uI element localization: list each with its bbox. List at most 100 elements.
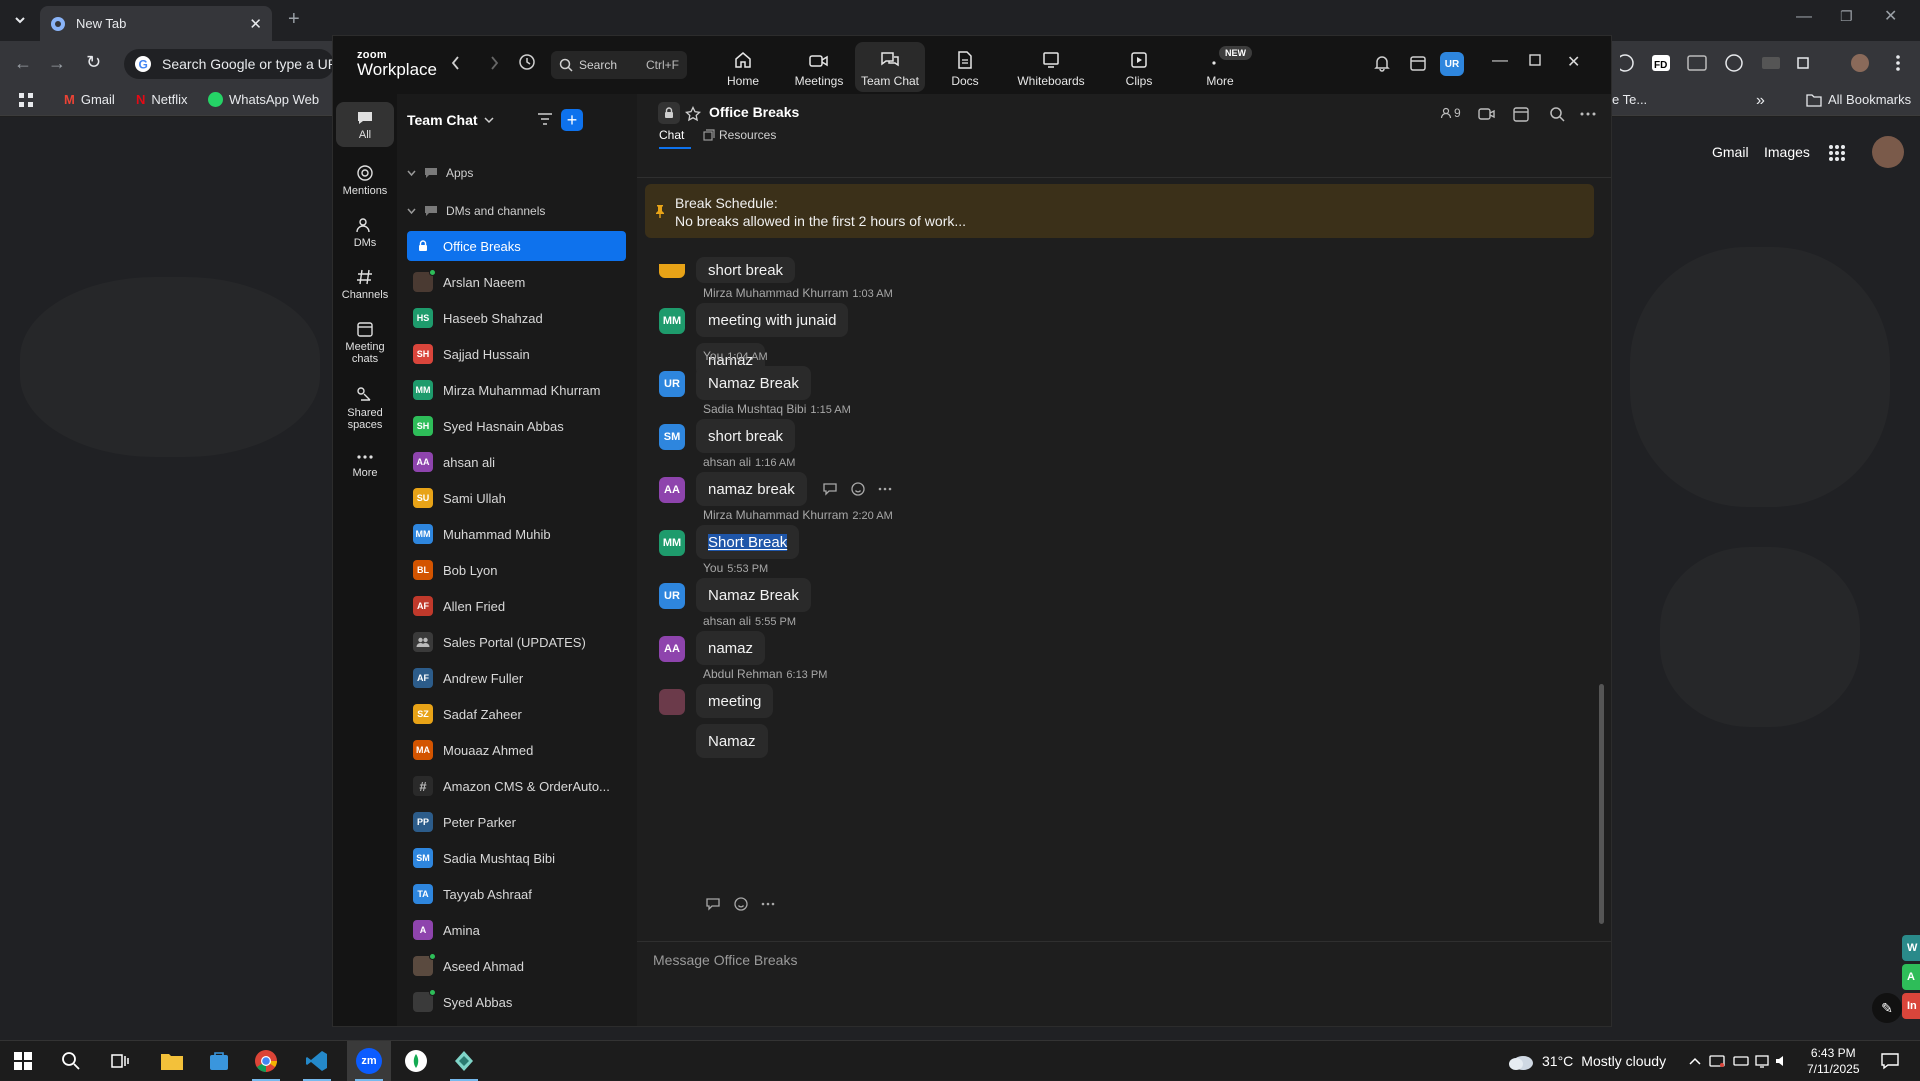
tab-resources[interactable]: Resources [703, 128, 776, 142]
message-avatar[interactable]: UR [659, 371, 685, 397]
google-apps-icon[interactable] [1828, 144, 1846, 162]
notifications-bell-icon[interactable] [1373, 54, 1391, 72]
more-dots-icon[interactable] [761, 902, 775, 906]
tab-search-icon[interactable] [10, 10, 30, 30]
rail-item-meeting-chats[interactable]: Meeting chats [336, 320, 394, 365]
file-explorer-icon[interactable] [160, 1050, 184, 1072]
browser-restore-icon[interactable]: ❐ [1840, 8, 1853, 25]
conversation-item[interactable]: AA ahsan ali [407, 447, 626, 477]
close-tab-icon[interactable]: ✕ [249, 15, 262, 33]
weather-widget[interactable]: 31°C Mostly cloudy [1508, 1051, 1666, 1071]
window-minimize-icon[interactable]: — [1492, 52, 1508, 70]
tab-chat[interactable]: Chat [659, 128, 684, 142]
app-icon-leaf[interactable] [404, 1049, 428, 1073]
add-reaction-icon[interactable] [733, 896, 749, 912]
taskbar-search-icon[interactable] [61, 1051, 81, 1071]
sidebar-title[interactable]: Team Chat [407, 112, 494, 128]
message-avatar[interactable]: AA [659, 636, 685, 662]
pinned-message-banner[interactable]: Break Schedule: No breaks allowed in the… [645, 184, 1594, 238]
notifications-icon[interactable] [1880, 1051, 1900, 1071]
conversation-item[interactable]: SU Sami Ullah [407, 483, 626, 513]
google-gmail-link[interactable]: Gmail [1712, 144, 1749, 160]
browser-close-icon[interactable]: ✕ [1884, 6, 1897, 26]
message-bubble[interactable]: namaz break [696, 472, 807, 506]
search-icon[interactable] [1549, 106, 1565, 122]
window-maximize-icon[interactable] [1529, 54, 1541, 66]
message-input[interactable]: Message Office Breaks [653, 952, 797, 968]
task-view-icon[interactable] [110, 1051, 130, 1071]
nav-tab-more[interactable]: NEW More [1175, 42, 1265, 92]
edit-pencil-icon[interactable]: ✎ [1872, 993, 1902, 1023]
more-options-icon[interactable] [1580, 106, 1596, 122]
conversation-item[interactable]: AF Allen Fried [407, 591, 626, 621]
message-bubble[interactable]: meeting with junaid [696, 303, 849, 337]
nav-tab-team-chat[interactable]: Team Chat [855, 42, 925, 92]
message-bubble[interactable]: Namaz Break [696, 366, 811, 400]
more-dots-icon[interactable] [878, 487, 892, 491]
zoom-search-bar[interactable]: Search Ctrl+F [551, 51, 687, 79]
rail-item-shared-spaces[interactable]: Shared spaces [336, 386, 394, 431]
rail-item-all[interactable]: All [336, 102, 394, 147]
bookmark-gmail[interactable]: M Gmail [64, 92, 115, 107]
conversation-item[interactable]: Arslan Naeem [407, 267, 626, 297]
browser-minimize-icon[interactable]: — [1796, 8, 1812, 26]
new-chat-button[interactable]: + [561, 109, 583, 131]
reply-icon[interactable] [822, 482, 838, 496]
sender-name[interactable]: Sadia Mushtaq Bibi [703, 402, 806, 416]
bookmark-whatsapp[interactable]: WhatsApp Web [208, 92, 319, 107]
conversation-item[interactable]: SH Sajjad Hussain [407, 339, 626, 369]
rail-item-more[interactable]: More [336, 450, 394, 480]
message-avatar[interactable]: MM [659, 530, 685, 556]
member-count[interactable]: 9 [1440, 106, 1461, 120]
system-tray-icons[interactable] [1688, 1053, 1788, 1069]
nav-tab-docs[interactable]: Docs [935, 42, 995, 92]
conversation-item[interactable]: Syed Abbas [407, 987, 626, 1017]
zoom-taskbar-button[interactable]: zm [347, 1041, 391, 1081]
conversation-item[interactable]: SM Sadia Mushtaq Bibi [407, 843, 626, 873]
omnibox[interactable]: G Search Google or type a URL [124, 49, 334, 79]
conversation-item[interactable]: BL Bob Lyon [407, 555, 626, 585]
sender-name[interactable]: Mirza Muhammad Khurram [703, 286, 848, 300]
rail-item-dms[interactable]: DMs [336, 216, 394, 250]
nav-tab-home[interactable]: Home [713, 42, 773, 92]
message-bubble[interactable]: namaz [696, 631, 766, 665]
conversation-item[interactable]: TA Tayyab Ashraaf [407, 879, 626, 909]
conversation-item[interactable]: MM Muhammad Muhib [407, 519, 626, 549]
bookmark-netflix[interactable]: N Netflix [136, 92, 188, 107]
calendar-icon[interactable] [1409, 54, 1427, 72]
message-bubble[interactable]: meeting [696, 684, 774, 718]
add-reaction-icon[interactable] [850, 481, 866, 497]
message-avatar[interactable]: SM [659, 424, 685, 450]
bookmark-overflow-text[interactable]: e Te... [1612, 92, 1647, 107]
conversation-item[interactable]: AF Andrew Fuller [407, 663, 626, 693]
nav-tab-whiteboards[interactable]: Whiteboards [1009, 42, 1093, 92]
sender-name[interactable]: ahsan ali [703, 455, 751, 469]
message-bubble[interactable]: short break [696, 419, 796, 453]
conversation-item[interactable]: A Amina [407, 915, 626, 945]
message-avatar[interactable]: MM [659, 308, 685, 334]
sender-name[interactable]: Abdul Rehman [703, 667, 782, 681]
message-avatar-photo[interactable] [659, 689, 685, 715]
sender-name[interactable]: You [703, 561, 723, 575]
star-icon[interactable] [685, 106, 701, 122]
browser-tab-new-tab[interactable]: New Tab ✕ [40, 6, 272, 41]
back-chevron-icon[interactable] [450, 55, 462, 71]
windows-start-icon[interactable] [13, 1051, 33, 1071]
message-text[interactable]: short break [696, 257, 796, 283]
forward-arrow-icon[interactable]: → [48, 53, 66, 74]
side-pill-w[interactable]: W [1902, 935, 1920, 961]
video-call-icon[interactable] [1478, 107, 1496, 121]
conversation-item[interactable]: MA Mouaaz Ahmed [407, 735, 626, 765]
filter-icon[interactable] [537, 111, 553, 127]
new-tab-button[interactable]: + [288, 8, 300, 31]
back-arrow-icon[interactable]: ← [14, 53, 32, 74]
conversation-item[interactable]: Sales Portal (UPDATES) [407, 627, 626, 657]
forward-chevron-icon[interactable] [488, 55, 500, 71]
conversation-item[interactable]: MM Mirza Muhammad Khurram [407, 375, 626, 405]
reply-icon[interactable] [705, 897, 721, 911]
rail-item-mentions[interactable]: Mentions [336, 164, 394, 198]
sender-name[interactable]: Mirza Muhammad Khurram [703, 508, 848, 522]
taskbar-clock[interactable]: 6:43 PM 7/11/2025 [1807, 1045, 1860, 1077]
apps-grid-icon[interactable] [18, 92, 34, 108]
reload-icon[interactable]: ↻ [86, 52, 101, 73]
